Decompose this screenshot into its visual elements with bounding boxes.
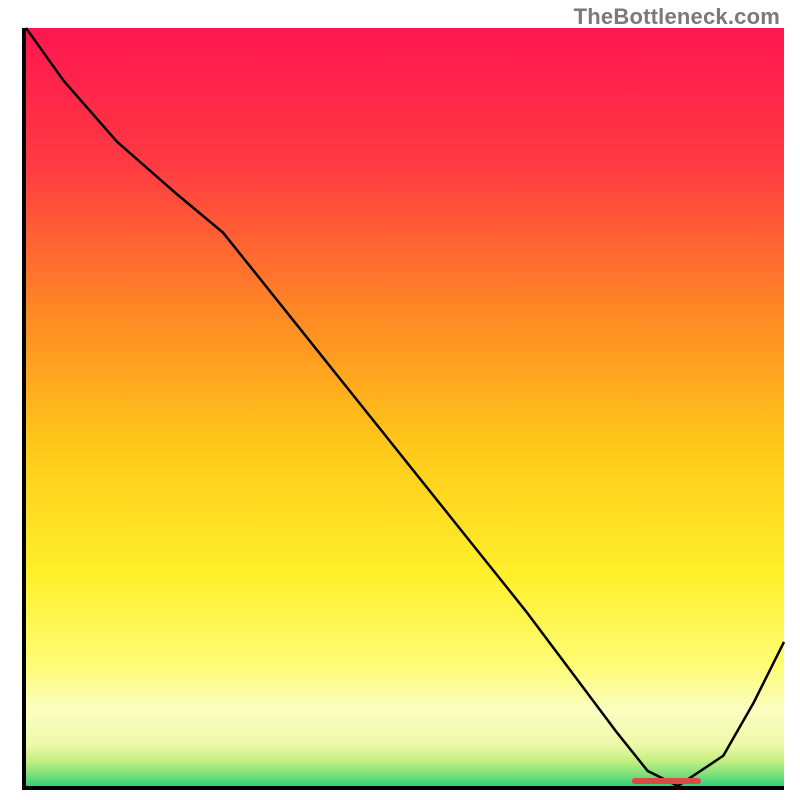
chart-stage: TheBottleneck.com <box>0 0 800 800</box>
plot-area <box>22 28 784 790</box>
watermark-text: TheBottleneck.com <box>574 4 780 30</box>
optimum-band-marker <box>632 778 700 784</box>
bottleneck-curve <box>26 28 784 786</box>
